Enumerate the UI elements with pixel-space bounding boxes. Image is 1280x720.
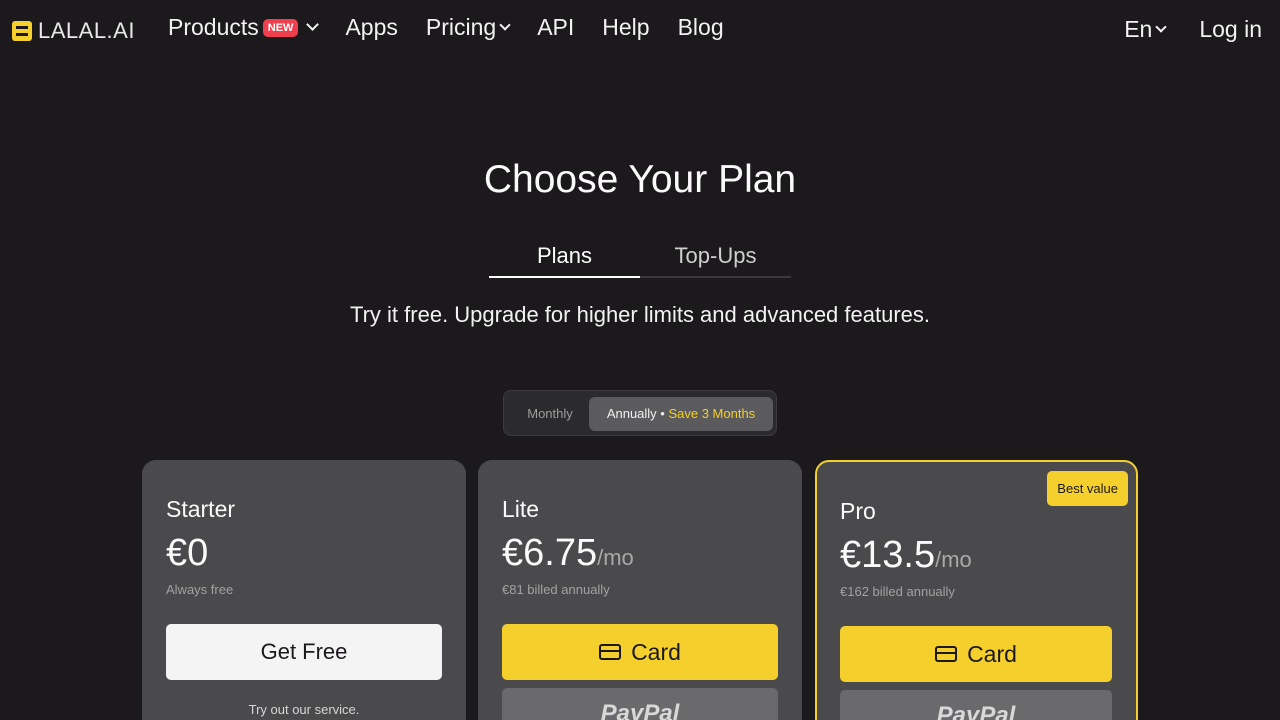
login-link[interactable]: Log in [1199,16,1262,43]
price-period: /mo [935,547,972,572]
card-button-label: Card [631,638,681,665]
toggle-annually-label: Annually • [606,406,665,421]
plan-name: Lite [502,496,540,522]
save-label: Save 3 Months [668,406,756,421]
language-label: En [1124,16,1153,42]
get-free-button[interactable]: Get Free [166,624,442,680]
chevron-down-icon [1155,20,1167,33]
nav-blog[interactable]: Blog [678,14,724,41]
best-value-badge: Best value [1047,471,1128,506]
nav-apps[interactable]: Apps [345,14,397,41]
card-button-label: Card [967,640,1017,667]
tab-top-ups[interactable]: Top-Ups [640,240,791,278]
plan-note: Always free [166,582,234,597]
plan-price: €6.75/mo [502,532,634,575]
toggle-monthly[interactable]: Monthly [510,397,590,431]
pay-card-button[interactable]: Card [502,624,778,680]
paypal-logo: PayPal [936,702,1016,720]
pay-card-button[interactable]: Card [840,626,1112,682]
plan-price: €13.5/mo [840,534,972,577]
plan-price: €0 [166,532,209,574]
nav-api[interactable]: API [537,14,574,41]
main-nav: Products NEW Apps Pricing API Help Blog [168,14,752,41]
page-title: Choose Your Plan [483,158,797,201]
header-right: En Log in [1124,16,1262,43]
plan-name: Starter [166,496,236,522]
nav-products[interactable]: Products NEW [168,14,320,41]
nav-help[interactable]: Help [602,14,649,41]
top-nav-bar: LALAL.AI Products NEW Apps Pricing API H… [0,0,1280,62]
price-amount: €6.75 [502,532,598,574]
plan-note: €81 billed annually [502,582,610,597]
nav-pricing[interactable]: Pricing [425,14,511,41]
plan-note: €162 billed annually [840,584,955,599]
plan-tagline: Try out our service. [248,702,360,717]
price-period: /mo [597,545,634,570]
logo[interactable]: LALAL.AI [12,18,135,44]
page-subtitle: Try it free. Upgrade for higher limits a… [349,302,931,327]
tab-plans[interactable]: Plans [489,240,640,278]
price-amount: €13.5 [840,534,936,576]
plan-name: Pro [840,498,876,524]
plan-tabs: Plans Top-Ups [489,240,791,278]
logo-text: LALAL.AI [38,18,135,43]
plan-card-starter: Starter €0 Always free Get Free Try out … [142,460,466,720]
nav-products-label: Products [168,14,259,40]
chevron-down-icon [306,18,320,31]
toggle-annually[interactable]: Annually • Save 3 Months [589,397,773,431]
plan-card-pro: Best value Pro €13.5/mo €162 billed annu… [815,460,1138,720]
new-badge: NEW [262,18,299,37]
billing-toggle: Monthly Annually • Save 3 Months [503,390,777,436]
credit-card-icon [599,644,622,660]
credit-card-icon [935,646,958,662]
language-selector[interactable]: En [1124,16,1167,43]
paypal-logo: PayPal [600,700,680,720]
logo-mark-icon [12,21,32,41]
chevron-down-icon [499,18,511,31]
nav-pricing-label: Pricing [425,14,497,40]
plan-card-lite: Lite €6.75/mo €81 billed annually Card P… [478,460,802,720]
pay-paypal-button[interactable]: PayPal [840,690,1112,720]
pay-paypal-button[interactable]: PayPal [502,688,778,720]
